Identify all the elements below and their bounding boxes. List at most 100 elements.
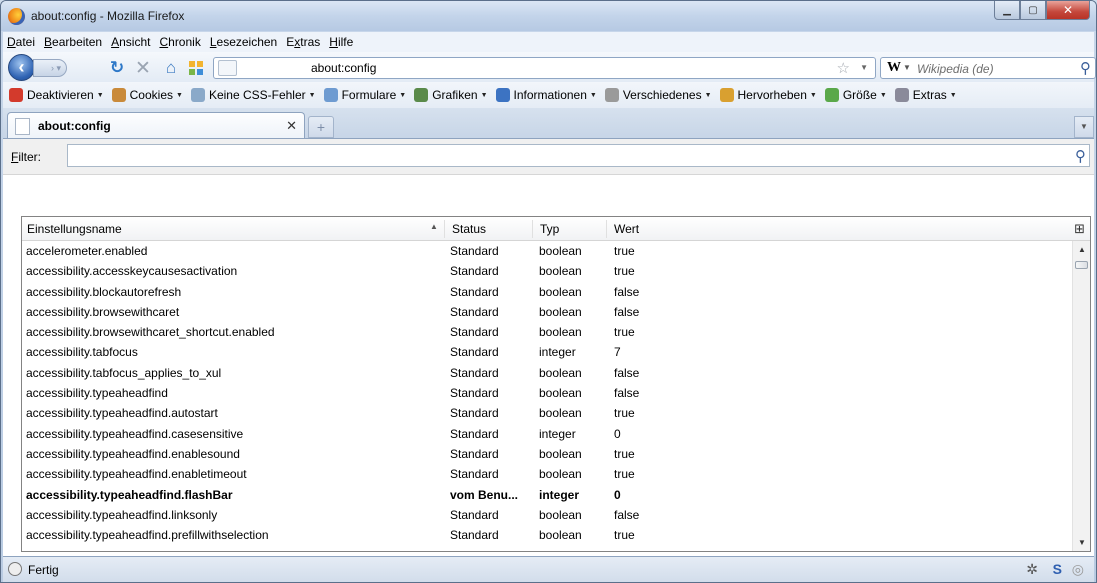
column-picker-icon[interactable]: ⊞ xyxy=(1074,221,1085,237)
search-bar[interactable]: W ▼ Wikipedia (de) ⚲ xyxy=(880,57,1096,79)
apps-grid-icon[interactable] xyxy=(187,58,207,78)
menu-hilfe[interactable]: Hilfe xyxy=(329,35,353,49)
table-row[interactable]: accessibility.tabfocus_applies_to_xul Sta… xyxy=(22,363,1072,383)
menu-ansicht[interactable]: Ansicht xyxy=(111,35,150,49)
firebug-icon[interactable]: ✲ xyxy=(1026,561,1038,578)
pref-value: 7 xyxy=(614,345,621,360)
devbar-grafiken-menu[interactable]: Grafiken ▼ xyxy=(414,88,488,102)
filter-label: Filter: xyxy=(11,150,42,164)
devbar-deaktivieren-menu[interactable]: Deaktivieren ▼ xyxy=(9,88,104,102)
devbar-größe-menu[interactable]: Größe ▼ xyxy=(824,88,887,102)
reload-icon[interactable]: ↻ xyxy=(107,58,127,78)
maximize-button[interactable]: ▢ xyxy=(1020,1,1046,20)
addon-status-icon[interactable]: ◎ xyxy=(1072,561,1084,578)
stop-icon[interactable]: ✕ xyxy=(133,58,153,79)
back-button[interactable]: ‹ xyxy=(8,54,35,81)
menu-extras[interactable]: Extras xyxy=(286,35,320,49)
table-row[interactable]: accessibility.typeaheadfind.casesensitiv… xyxy=(22,424,1072,444)
table-row[interactable]: accessibility.typeaheadfind.prefillwiths… xyxy=(22,525,1072,545)
scroll-down-icon[interactable]: ▼ xyxy=(1078,538,1086,547)
pref-value: false xyxy=(614,304,640,319)
status-icon xyxy=(8,562,22,576)
devbar-item-label: Cookies xyxy=(129,88,173,102)
pref-name: accelerometer.enabled xyxy=(26,244,148,258)
pref-name: accessibility.typeaheadfind.prefillwiths… xyxy=(26,528,269,543)
pref-value: true xyxy=(614,406,635,421)
pref-name: accessibility.tabfocus_applies_to_xul xyxy=(26,365,222,380)
devbar-verschiedenes-menu[interactable]: Verschiedenes ▼ xyxy=(604,88,712,102)
tab-list-button[interactable]: ▼ xyxy=(1074,116,1094,138)
pref-value: true xyxy=(614,244,635,258)
tab-about-config[interactable]: about:config ✕ xyxy=(7,112,305,139)
column-separator[interactable] xyxy=(444,220,445,238)
scrollbar-thumb[interactable] xyxy=(1075,261,1088,269)
sort-ascending-icon: ▲ xyxy=(430,222,438,231)
scroll-up-icon[interactable]: ▲ xyxy=(1078,245,1086,254)
table-row[interactable]: accessibility.typeaheadfind.autostart Sta… xyxy=(22,403,1072,423)
minimize-button[interactable]: ▁ xyxy=(994,1,1020,20)
table-row[interactable]: accessibility.blockautorefresh Standard bo… xyxy=(22,282,1072,302)
menu-chronik[interactable]: Chronik xyxy=(159,35,200,49)
pref-value: 0 xyxy=(614,487,621,502)
image-icon xyxy=(414,88,429,102)
pref-name: accessibility.browsewithcaret_shortcut.e… xyxy=(26,325,275,340)
window-controls: ▁ ▢ ✕ xyxy=(994,1,1090,21)
column-separator[interactable] xyxy=(606,220,607,238)
filter-input[interactable] xyxy=(67,144,1090,167)
column-header-value[interactable]: Wert xyxy=(614,222,639,236)
table-row[interactable]: accessibility.typeaheadfind.enablesound S… xyxy=(22,444,1072,464)
table-row[interactable]: accelerometer.enabled Standard boolean true xyxy=(22,241,1072,261)
close-button[interactable]: ✕ xyxy=(1046,1,1090,20)
bookmark-star-icon[interactable]: ☆ xyxy=(837,59,850,77)
pref-type: boolean xyxy=(539,304,582,319)
devbar-formulare-menu[interactable]: Formulare ▼ xyxy=(323,88,406,102)
column-header-type[interactable]: Typ xyxy=(540,222,559,236)
pref-value: false xyxy=(614,365,640,380)
pref-value: true xyxy=(614,264,635,279)
home-icon[interactable]: ⌂ xyxy=(161,58,181,78)
table-row[interactable]: accessibility.typeaheadfind.linksonly Sta… xyxy=(22,505,1072,525)
devbar-cookies-menu[interactable]: Cookies ▼ xyxy=(111,88,183,102)
pref-value: true xyxy=(614,446,635,461)
table-row[interactable]: accessibility.accesskeycausesactivation S… xyxy=(22,261,1072,281)
menu-bearbeiten[interactable]: Bearbeiten xyxy=(44,35,102,49)
menu-lesezeichen[interactable]: Lesezeichen xyxy=(210,35,277,49)
table-row[interactable]: accessibility.typeaheadfind Standard boole… xyxy=(22,383,1072,403)
url-dropdown-icon[interactable]: ▼ xyxy=(860,63,868,72)
menu-datei[interactable]: Datei xyxy=(7,35,35,49)
url-bar[interactable]: about:config ☆ ▼ xyxy=(213,57,876,79)
search-icon[interactable]: ⚲ xyxy=(1080,59,1091,77)
devbar-item-label: Grafiken xyxy=(432,88,478,102)
table-row[interactable]: accessibility.tabfocus Standard integer 7 xyxy=(22,342,1072,362)
pref-status: Standard xyxy=(450,345,499,360)
devbar-keine-css-fehler-menu[interactable]: Keine CSS-Fehler ▼ xyxy=(190,88,316,102)
devbar-extras-menu[interactable]: Extras ▼ xyxy=(894,88,957,102)
pref-status: Standard xyxy=(450,365,499,380)
tab-close-icon[interactable]: ✕ xyxy=(286,118,297,134)
url-text[interactable]: about:config xyxy=(311,61,376,75)
pref-status: Standard xyxy=(450,325,499,340)
search-icon[interactable]: ⚲ xyxy=(1075,147,1086,165)
column-header-name[interactable]: Einstellungsname xyxy=(27,222,122,236)
table-row[interactable]: accessibility.typeaheadfind.flashBar vom … xyxy=(22,485,1072,505)
devbar-item-label: Extras xyxy=(912,88,947,102)
table-header: Einstellungsname ▲ Status Typ Wert ⊞ xyxy=(22,217,1090,241)
search-engine-icon[interactable]: W xyxy=(887,60,901,76)
skype-icon[interactable]: S xyxy=(1053,561,1062,577)
table-row[interactable]: accessibility.browsewithcaret_shortcut.e… xyxy=(22,322,1072,342)
table-row[interactable]: accessibility.typeaheadfind.enabletimeou… xyxy=(22,464,1072,484)
pref-name: accessibility.typeaheadfind.autostart xyxy=(26,406,218,421)
table-row[interactable]: accessibility.browsewithcaret Standard boo… xyxy=(22,302,1072,322)
column-separator[interactable] xyxy=(532,220,533,238)
devbar-hervorheben-menu[interactable]: Hervorheben ▼ xyxy=(719,88,817,102)
vertical-scrollbar[interactable]: ▲ ▼ xyxy=(1072,241,1090,551)
window-title: about:config - Mozilla Firefox xyxy=(31,9,185,23)
dropdown-arrow-icon: ▼ xyxy=(176,91,183,99)
devbar-informationen-menu[interactable]: Informationen ▼ xyxy=(495,88,597,102)
search-engine-dropdown-icon[interactable]: ▼ xyxy=(903,63,911,72)
search-placeholder[interactable]: Wikipedia (de) xyxy=(917,62,994,76)
forward-button[interactable]: › ▾ xyxy=(33,59,67,77)
column-header-status[interactable]: Status xyxy=(452,222,486,236)
new-tab-button[interactable]: + xyxy=(308,116,334,138)
dropdown-arrow-icon: ▼ xyxy=(480,91,488,99)
